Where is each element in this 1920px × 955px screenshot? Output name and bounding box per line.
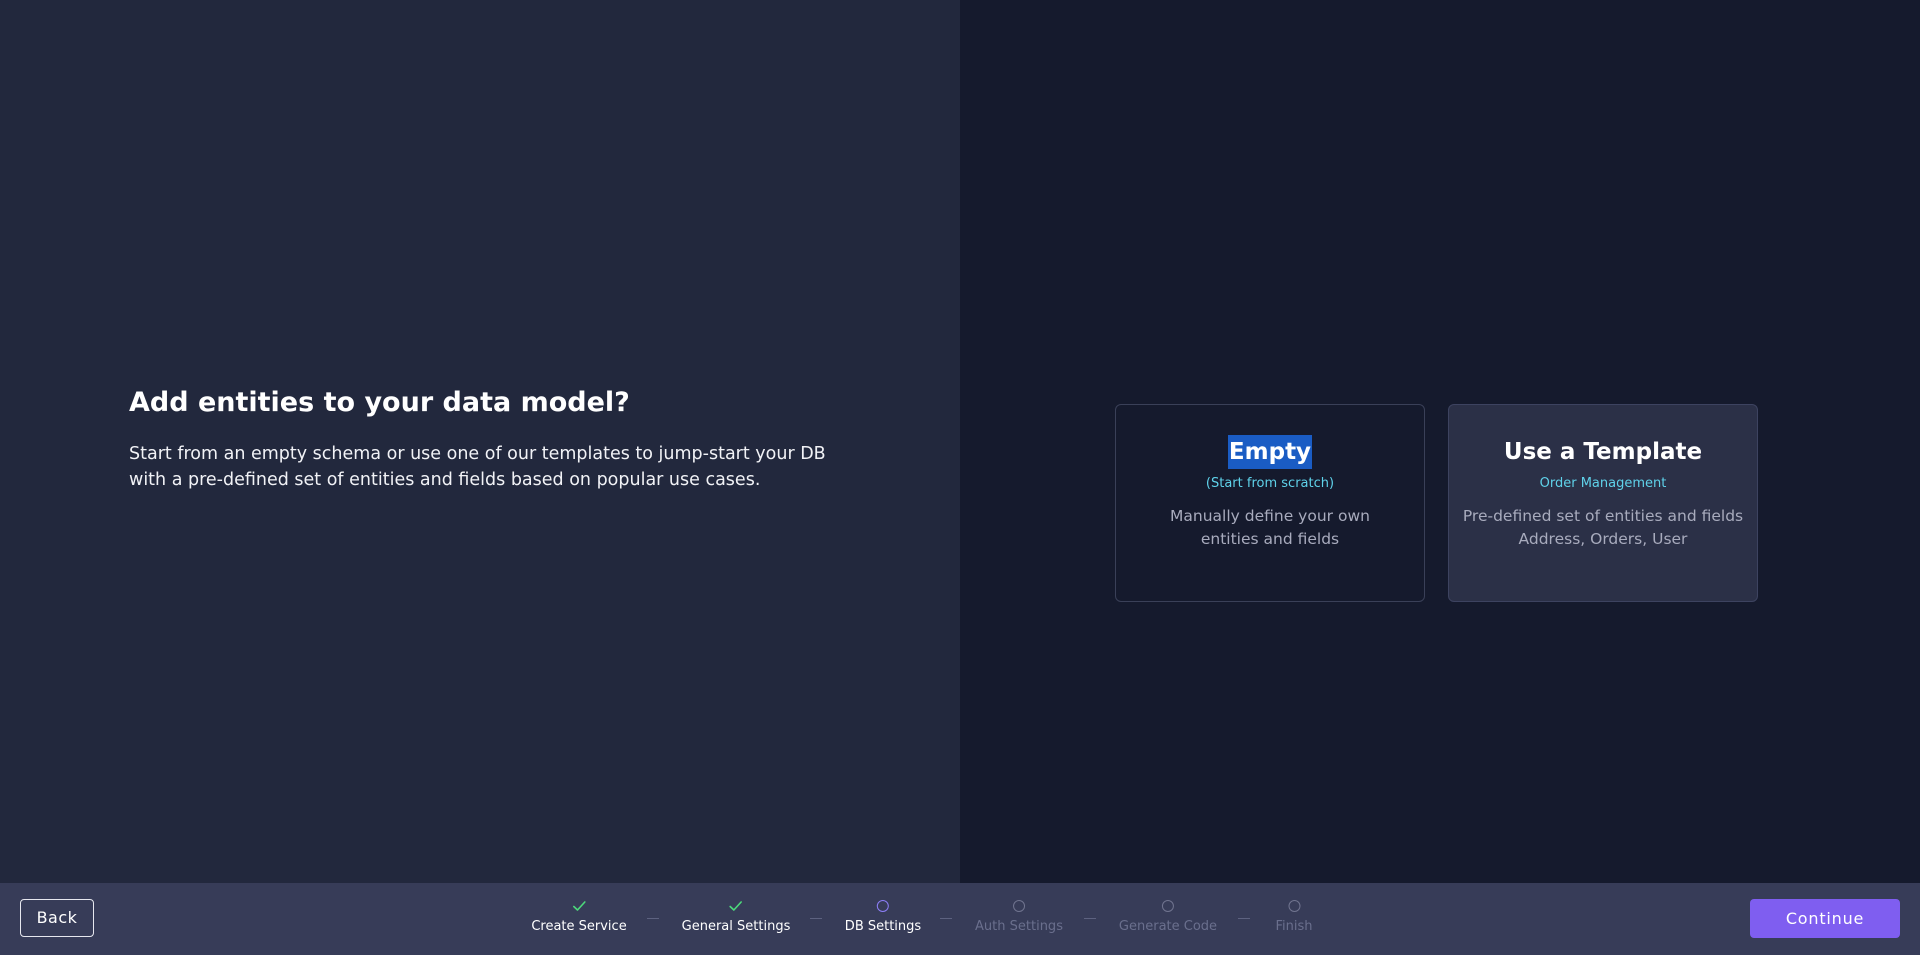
step-separator [1238, 918, 1250, 919]
option-template-title: Use a Template [1503, 439, 1703, 465]
circle-icon [1286, 898, 1302, 914]
circle-icon [875, 898, 891, 914]
circle-icon [1011, 898, 1027, 914]
step-label: General Settings [681, 919, 791, 934]
back-button[interactable]: Back [20, 899, 94, 937]
wizard-page: Add entities to your data model? Start f… [0, 0, 1920, 955]
step-generate-code: Generate Code [1119, 883, 1217, 955]
option-template-subtitle: Order Management [1539, 476, 1667, 491]
circle-icon [1160, 898, 1176, 914]
option-empty-subtitle: (Start from scratch) [1205, 476, 1335, 491]
option-template-description-line1: Pre-defined set of entities and fields [1462, 507, 1744, 525]
option-card-empty[interactable]: Empty (Start from scratch) Manually defi… [1115, 404, 1425, 602]
step-label: DB Settings [844, 919, 922, 934]
option-empty-description: Manually define your own entities and fi… [1170, 507, 1370, 548]
step-label: Generate Code [1118, 919, 1218, 934]
check-icon [571, 898, 587, 914]
right-panel [960, 0, 1920, 883]
page-title: Add entities to your data model? [129, 387, 630, 418]
step-general-settings: General Settings [681, 883, 791, 955]
step-create-service: Create Service [531, 883, 627, 955]
step-auth-settings: Auth Settings [975, 883, 1063, 955]
step-finish: Finish [1275, 883, 1313, 955]
option-empty-title: Empty [1227, 435, 1313, 469]
step-separator [647, 918, 659, 919]
check-icon [728, 898, 744, 914]
option-template-description: Pre-defined set of entities and fields A… [1458, 505, 1748, 551]
intro-section: Add entities to your data model? Start f… [129, 385, 849, 493]
step-separator [1084, 918, 1096, 919]
option-template-description-line2: Address, Orders, User [1518, 530, 1688, 548]
step-db-settings: DB Settings [845, 883, 921, 955]
step-label: Auth Settings [975, 919, 1063, 934]
step-separator [940, 918, 952, 919]
left-panel: Add entities to your data model? Start f… [0, 0, 960, 883]
continue-button[interactable]: Continue [1750, 899, 1900, 938]
wizard-footer: Back Create Service General Settings DB … [0, 883, 1920, 955]
option-card-template[interactable]: Use a Template Order Management Pre-defi… [1448, 404, 1758, 602]
step-label: Create Service [531, 919, 627, 934]
step-label: Finish [1275, 919, 1313, 934]
page-description: Start from an empty schema or use one of… [129, 444, 826, 490]
step-separator [810, 918, 822, 919]
